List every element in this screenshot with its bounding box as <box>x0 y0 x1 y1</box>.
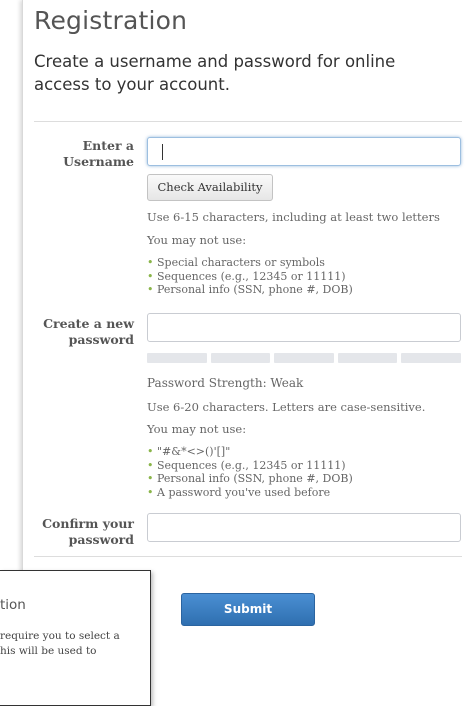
list-item: • Personal info (SSN, phone #, DOB) <box>147 472 353 486</box>
list-item: • Sequences (e.g., 12345 or 11111) <box>147 458 346 472</box>
security-popup: tion require you to select a his will be… <box>0 570 151 706</box>
username-rules-list: • Special characters or symbols • Sequence… <box>147 256 353 297</box>
password-strength-text: Password Strength: Weak <box>147 376 304 390</box>
bottom-divider <box>34 556 462 557</box>
check-availability-button[interactable]: Check Availability <box>147 174 273 201</box>
username-hint: Use 6-15 characters, including at least … <box>147 210 440 224</box>
strength-segment <box>401 353 461 363</box>
confirm-password-input[interactable] <box>147 513 461 542</box>
list-item: • A password you've used before <box>147 485 331 499</box>
password-not-use-heading: You may not use: <box>147 422 247 436</box>
username-label: Enter a Username <box>44 138 134 170</box>
confirm-label-line2: password <box>68 532 134 547</box>
strength-segment <box>210 353 271 363</box>
bullet-icon: • <box>147 485 154 499</box>
password-label: Create a new password <box>26 316 134 348</box>
bullet-icon: • <box>147 283 154 297</box>
text-caret <box>162 144 163 160</box>
password-label-line1: Create a new <box>43 316 134 331</box>
password-hint: Use 6-20 characters. Letters are case-se… <box>147 400 426 414</box>
popup-text: require you to select a his will be used… <box>0 629 150 659</box>
password-rules-list: • "#&*<>()'[]" • Sequences (e.g., 12345 or… <box>147 445 353 499</box>
top-divider <box>34 121 462 122</box>
submit-button[interactable]: Submit <box>181 593 315 626</box>
popup-text-line2: his will be used to <box>0 645 97 657</box>
list-item: • "#&*<>()'[]" <box>147 445 231 458</box>
page-title: Registration <box>34 6 188 35</box>
bullet-icon: • <box>147 445 154 458</box>
username-label-line1: Enter a <box>82 138 134 153</box>
new-password-input[interactable] <box>147 313 461 342</box>
username-not-use-heading: You may not use: <box>147 233 247 247</box>
popup-text-line1: require you to select a <box>0 630 120 642</box>
bullet-icon: • <box>147 472 154 486</box>
list-item: • Personal info (SSN, phone #, DOB) <box>147 283 353 297</box>
bullet-icon: • <box>147 256 154 269</box>
confirm-password-label: Confirm your password <box>26 516 134 548</box>
confirm-label-line1: Confirm your <box>42 516 134 531</box>
password-label-line2: password <box>68 332 134 347</box>
strength-segment <box>274 353 334 363</box>
list-item: • Special characters or symbols <box>147 256 325 269</box>
strength-segment <box>337 353 398 363</box>
list-item: • Sequences (e.g., 12345 or 11111) <box>147 269 346 283</box>
username-label-line2: Username <box>63 154 134 169</box>
password-strength-meter <box>147 353 461 363</box>
page-subtitle: Create a username and password for onlin… <box>34 52 396 94</box>
strength-segment <box>147 353 207 363</box>
username-input[interactable] <box>147 137 461 166</box>
popup-title: tion <box>0 597 26 613</box>
bullet-icon: • <box>147 458 154 472</box>
bullet-icon: • <box>147 269 154 283</box>
